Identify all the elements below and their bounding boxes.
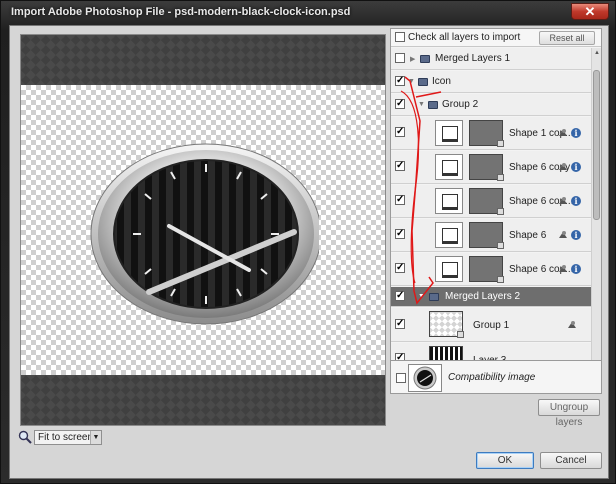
layer-checkbox[interactable]: ✓ xyxy=(395,76,405,86)
layer-label: Merged Layers 1 xyxy=(435,53,511,64)
close-button[interactable]: ✕ xyxy=(571,3,609,20)
layer-row-shape-6-copy-3[interactable]: ✓ Shape 6 cop... i xyxy=(391,253,591,286)
folder-icon xyxy=(428,101,438,109)
layer-row-shape-1-copy[interactable]: ✓ Shape 1 cop... i xyxy=(391,117,591,150)
zoom-select[interactable]: Fit to screen ▼ xyxy=(34,430,102,445)
layer-row-merged-layers-2[interactable]: ✓ ▼ Merged Layers 2 xyxy=(391,287,591,307)
layer-row-shape-6[interactable]: ✓ Shape 6 i xyxy=(391,219,591,252)
clock-icon-preview xyxy=(90,143,319,325)
compatibility-checkbox[interactable] xyxy=(396,373,406,383)
compatibility-image-row[interactable]: Compatibility image xyxy=(390,360,602,394)
layer-checkbox[interactable]: ✓ xyxy=(395,161,405,171)
layer-row-group-2[interactable]: ✓ ▼ Group 2 xyxy=(391,94,591,116)
scrollbar-thumb[interactable] xyxy=(593,70,600,220)
layer-thumbnail xyxy=(435,188,463,214)
layer-checkbox[interactable]: ✓ xyxy=(395,195,405,205)
layers-header: Check all layers to import Reset all xyxy=(391,29,601,47)
layer-label: Group 1 xyxy=(473,320,510,331)
layer-label: Icon xyxy=(432,76,451,87)
mask-link-icon[interactable] xyxy=(558,230,568,240)
layer-checkbox[interactable]: ✓ xyxy=(395,229,405,239)
layer-row-shape-6-copy-2[interactable]: ✓ Shape 6 cop... i xyxy=(391,185,591,218)
folder-icon xyxy=(429,293,439,301)
check-all-label: Check all layers to import xyxy=(408,32,521,43)
layers-panel: Check all layers to import Reset all ▶ M… xyxy=(390,28,602,394)
preview-pane xyxy=(20,34,386,426)
window-title: Import Adobe Photoshop File - psd-modern… xyxy=(11,6,351,18)
info-icon[interactable]: i xyxy=(571,230,581,240)
layer-checkbox[interactable]: ✓ xyxy=(395,263,405,273)
compatibility-label: Compatibility image xyxy=(448,372,536,383)
info-icon[interactable]: i xyxy=(571,264,581,274)
check-all-checkbox[interactable] xyxy=(395,32,405,42)
layer-thumbnail xyxy=(435,120,463,146)
folder-icon xyxy=(418,78,428,86)
layer-thumbnail xyxy=(435,256,463,282)
layer-mask-thumbnail xyxy=(469,256,504,283)
layer-thumbnail xyxy=(435,222,463,248)
layer-label: Merged Layers 2 xyxy=(445,291,521,302)
compatibility-thumbnail xyxy=(408,364,442,392)
collapse-arrow-icon[interactable]: ▼ xyxy=(408,78,415,85)
mask-link-icon[interactable] xyxy=(558,128,568,138)
scroll-up-icon[interactable]: ▲ xyxy=(592,48,601,58)
chevron-down-icon[interactable]: ▼ xyxy=(90,431,101,444)
layer-checkbox[interactable]: ✓ xyxy=(395,319,405,329)
reset-all-button[interactable]: Reset all xyxy=(539,31,595,45)
clock-face xyxy=(113,159,299,309)
mask-link-icon[interactable] xyxy=(567,320,577,330)
cancel-button[interactable]: Cancel xyxy=(540,452,602,469)
layer-checkbox[interactable]: ✓ xyxy=(395,291,405,301)
layer-thumbnail xyxy=(429,311,464,338)
layer-mask-thumbnail xyxy=(469,154,504,181)
title-bar: Import Adobe Photoshop File - psd-modern… xyxy=(1,1,615,25)
preview-dark-band-bottom xyxy=(21,375,385,425)
layers-scrollbar[interactable]: ▲ ▼ xyxy=(591,48,601,393)
layer-label: Shape 6 xyxy=(509,230,547,241)
folder-icon xyxy=(420,55,430,63)
layer-checkbox[interactable] xyxy=(395,53,405,63)
magnifier-icon[interactable] xyxy=(18,430,32,444)
collapse-arrow-icon[interactable]: ▼ xyxy=(418,101,425,108)
layer-mask-thumbnail xyxy=(469,120,504,147)
ungroup-layers-button[interactable]: Ungroup layers xyxy=(538,399,600,428)
layer-mask-thumbnail xyxy=(469,222,504,249)
layer-row-shape-6-copy[interactable]: ✓ Shape 6 copy i xyxy=(391,151,591,184)
ok-button[interactable]: OK xyxy=(476,452,534,469)
mask-link-icon[interactable] xyxy=(558,264,568,274)
dialog-body: Fit to screen ▼ Check all layers to impo… xyxy=(9,25,609,479)
layer-checkbox[interactable]: ✓ xyxy=(395,99,405,109)
layer-row-merged-layers-1[interactable]: ▶ Merged Layers 1 xyxy=(391,48,591,70)
zoom-select-value: Fit to screen xyxy=(38,432,94,443)
info-icon[interactable]: i xyxy=(571,128,581,138)
expand-arrow-icon[interactable]: ▶ xyxy=(410,55,415,63)
preview-dark-band-top xyxy=(21,35,385,85)
import-dialog: Import Adobe Photoshop File - psd-modern… xyxy=(0,0,616,484)
layer-thumbnail xyxy=(435,154,463,180)
mask-link-icon[interactable] xyxy=(558,162,568,172)
info-icon[interactable]: i xyxy=(571,196,581,206)
mask-link-icon[interactable] xyxy=(558,196,568,206)
layer-row-group-1[interactable]: ✓ Group 1 xyxy=(391,308,591,342)
collapse-arrow-icon[interactable]: ▼ xyxy=(418,293,425,300)
layer-mask-thumbnail xyxy=(469,188,504,215)
clock-thumbnail-icon xyxy=(413,366,437,390)
layer-label: Group 2 xyxy=(442,99,479,110)
layer-checkbox[interactable]: ✓ xyxy=(395,127,405,137)
layer-row-icon[interactable]: ✓ ▼ Icon xyxy=(391,71,591,93)
info-icon[interactable]: i xyxy=(571,162,581,172)
